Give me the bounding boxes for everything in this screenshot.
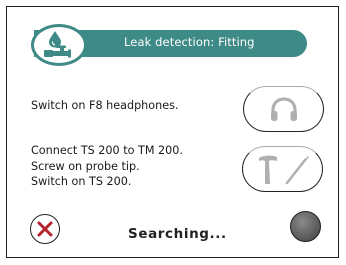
status-text: Searching... — [128, 226, 227, 242]
header-title: Leak detection: Fitting — [124, 35, 255, 49]
step-2-line-3: Switch on TS 200. — [31, 175, 132, 188]
step-1-line-1: Switch on F8 headphones. — [31, 99, 179, 112]
step-2-line-1: Connect TS 200 to TM 200. — [31, 144, 183, 157]
headphones-icon — [271, 97, 297, 121]
step-2-line-2: Screw on probe tip. — [31, 159, 140, 173]
cancel-button[interactable] — [30, 214, 60, 244]
cancel-x-icon — [37, 221, 53, 237]
water-drop-faucet-icon — [44, 31, 71, 58]
step-1-instructions: Switch on F8 headphones. — [31, 98, 178, 114]
probe-tools-button[interactable] — [242, 146, 323, 192]
step-2-instructions: Connect TS 200 to TM 200. Screw on probe… — [31, 143, 183, 190]
probe-tools-icon — [259, 155, 309, 185]
status-indicator — [290, 211, 321, 242]
headphones-button[interactable] — [243, 86, 324, 132]
